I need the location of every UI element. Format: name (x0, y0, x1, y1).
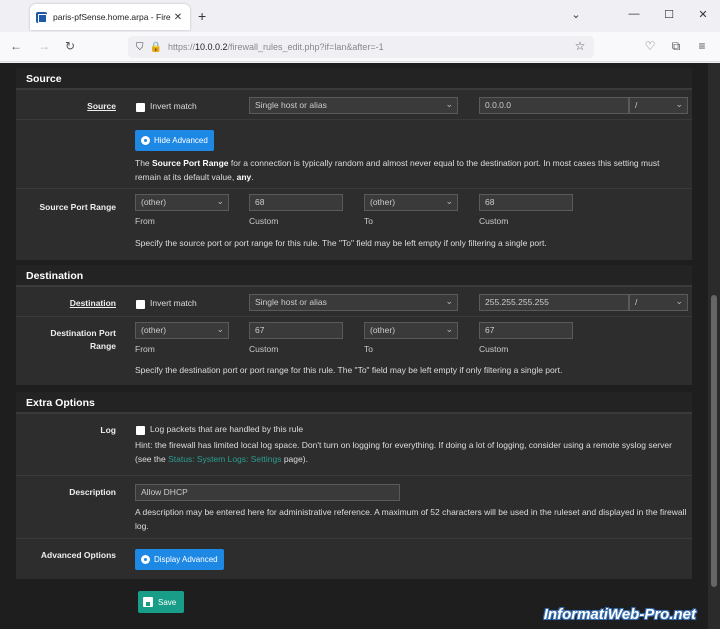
to-caption: To (364, 216, 373, 226)
bookmark-star-icon[interactable]: ☆ (572, 39, 588, 53)
chevron-down-icon: ⌄ (675, 296, 683, 306)
scrollbar[interactable] (708, 63, 720, 629)
gear-icon (141, 555, 150, 564)
chevron-down-icon: ⌄ (445, 324, 453, 334)
close-tab-icon[interactable]: ✕ (172, 12, 184, 23)
description-input[interactable]: Allow DHCP (135, 484, 400, 501)
destination-port-from-select[interactable]: (other) ⌄ (135, 322, 229, 339)
destination-port-from-custom-input[interactable]: 67 (249, 322, 343, 339)
maximize-icon[interactable]: ☐ (659, 8, 679, 21)
system-logs-settings-link[interactable]: Status: System Logs: Settings (168, 454, 281, 464)
lock-icon[interactable]: 🔒 (150, 42, 162, 53)
custom-caption: Custom (479, 344, 509, 354)
gear-icon (141, 136, 150, 145)
source-port-help: Specify the source port or port range fo… (135, 238, 547, 248)
custom-caption: Custom (249, 216, 279, 226)
advanced-options-label: Advanced Options (40, 550, 116, 560)
new-tab-button[interactable]: + (198, 8, 206, 24)
destination-type-select[interactable]: Single host or alias ⌄ (249, 294, 458, 311)
source-port-to-select[interactable]: (other) ⌄ (364, 194, 458, 211)
pfsense-favicon-icon (36, 11, 47, 23)
source-panel: Source Source Invert match Single host o… (16, 68, 692, 260)
watermark: InformatiWeb-Pro.net (543, 606, 696, 623)
source-type-select[interactable]: Single host or alias ⌄ (249, 97, 458, 114)
destination-mask-select[interactable]: / ⌄ (629, 294, 688, 311)
description-row: Description Allow DHCP A description may… (16, 475, 692, 538)
source-port-from-custom-input[interactable]: 68 (249, 194, 343, 211)
chevron-down-icon: ⌄ (216, 196, 224, 206)
close-window-icon[interactable]: ✕ (693, 8, 713, 21)
source-invert-checkbox[interactable] (136, 103, 145, 112)
destination-label: Destination (69, 298, 116, 308)
advanced-options-row: Advanced Options Display Advanced (16, 538, 692, 579)
chevron-down-icon: ⌄ (445, 99, 453, 109)
chevron-down-icon: ⌄ (445, 196, 453, 206)
source-row: Source Invert match Single host or alias… (16, 89, 692, 119)
log-row: Log Log packets that are handled by this… (16, 413, 692, 475)
destination-row: Destination Invert match Single host or … (16, 286, 692, 316)
destination-port-range-label: Destination Port Range (50, 328, 116, 351)
source-port-to-custom-input[interactable]: 68 (479, 194, 573, 211)
extra-options-panel: Extra Options Log Log packets that are h… (16, 392, 692, 579)
chevron-down-icon: ⌄ (675, 99, 683, 109)
to-caption: To (364, 344, 373, 354)
page-content: Source Source Invert match Single host o… (0, 63, 720, 629)
from-caption: From (135, 216, 155, 226)
from-caption: From (135, 344, 155, 354)
log-checkbox[interactable] (136, 426, 145, 435)
source-port-range-row: Source Port Range (other) ⌄ 68 (other) ⌄ 6… (16, 188, 692, 260)
destination-port-to-custom-input[interactable]: 67 (479, 322, 573, 339)
destination-invert-label: Invert match (150, 298, 197, 308)
shield-icon[interactable]: ⛉ (136, 42, 144, 53)
destination-panel: Destination Destination Invert match Sin… (16, 265, 692, 385)
floppy-disk-icon (143, 597, 153, 607)
browser-tab-bar: paris-pfSense.home.arpa - Fire ✕ + ⌄ — ☐… (0, 0, 720, 32)
chevron-down-icon: ⌄ (216, 324, 224, 334)
extra-options-header: Extra Options (16, 392, 692, 413)
source-port-note: The Source Port Range for a connection i… (135, 158, 660, 182)
minimize-icon[interactable]: — (624, 8, 644, 20)
source-invert-label: Invert match (150, 101, 197, 111)
destination-invert-checkbox[interactable] (136, 300, 145, 309)
source-header: Source (16, 68, 692, 89)
scrollbar-thumb[interactable] (711, 295, 717, 587)
source-address-input[interactable]: 0.0.0.0 (479, 97, 629, 114)
save-button[interactable]: Save (138, 591, 184, 613)
browser-nav-bar: ← → ↻ ⛉ 🔒 https://10.0.0.2/firewall_rule… (0, 32, 720, 62)
source-port-range-label: Source Port Range (39, 202, 116, 212)
url-bar[interactable]: ⛉ 🔒 https://10.0.0.2/firewall_rules_edit… (128, 36, 594, 58)
hide-advanced-button[interactable]: Hide Advanced (135, 130, 214, 151)
source-port-from-select[interactable]: (other) ⌄ (135, 194, 229, 211)
log-label: Log (100, 425, 116, 435)
browser-tab[interactable]: paris-pfSense.home.arpa - Fire ✕ (30, 4, 190, 30)
chevron-down-icon: ⌄ (445, 296, 453, 306)
custom-caption: Custom (249, 344, 279, 354)
back-arrow-icon[interactable]: ← (8, 39, 24, 53)
tab-list-chevron-icon[interactable]: ⌄ (566, 8, 586, 21)
reload-icon[interactable]: ↻ (62, 39, 78, 53)
tab-title: paris-pfSense.home.arpa - Fire (53, 12, 171, 22)
extensions-icon[interactable]: ⧉ (668, 39, 684, 54)
pocket-icon[interactable]: ♡ (642, 39, 658, 53)
forward-arrow-icon[interactable]: → (36, 39, 52, 53)
custom-caption: Custom (479, 216, 509, 226)
source-mask-select[interactable]: / ⌄ (629, 97, 688, 114)
url-text: https://10.0.0.2/firewall_rules_edit.php… (167, 42, 384, 52)
source-label: Source (87, 101, 116, 111)
source-advanced-row: Hide Advanced The Source Port Range for … (16, 119, 692, 188)
log-hint: Hint: the firewall has limited local log… (135, 440, 672, 464)
destination-port-range-row: Destination Port Range (other) ⌄ 67 (other… (16, 316, 692, 385)
destination-header: Destination (16, 265, 692, 286)
destination-address-input[interactable]: 255.255.255.255 (479, 294, 629, 311)
display-advanced-button[interactable]: Display Advanced (135, 549, 224, 570)
description-label: Description (69, 487, 116, 497)
destination-port-to-select[interactable]: (other) ⌄ (364, 322, 458, 339)
description-help: A description may be entered here for ad… (135, 507, 687, 531)
log-checkbox-label: Log packets that are handled by this rul… (150, 424, 304, 434)
menu-icon[interactable]: ≡ (694, 39, 710, 53)
destination-port-help: Specify the destination port or port ran… (135, 365, 563, 375)
